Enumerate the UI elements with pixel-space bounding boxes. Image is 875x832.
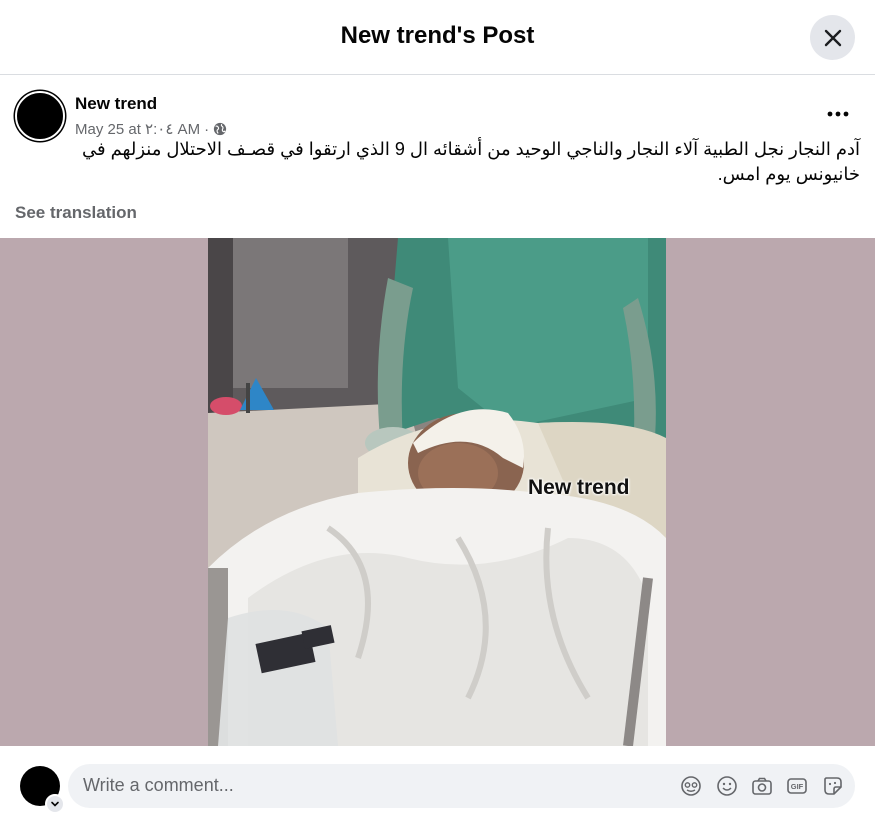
svg-text:GIF: GIF [791,782,804,791]
globe-icon [213,122,227,136]
emoji-icon [717,776,737,796]
comment-placeholder: Write a comment... [83,775,234,795]
avatar-sticker-button[interactable] [680,775,702,797]
media-area: New trend [0,238,875,746]
video-watermark: New trend [528,476,630,499]
post-video[interactable]: New trend [208,238,666,746]
close-button[interactable] [810,15,855,60]
comment-input[interactable]: Write a comment... GIF [68,764,855,808]
post-text: آدم النجار نجل الطبية آلاء النجار والناج… [81,139,860,184]
author-name[interactable]: New trend [75,94,157,114]
avatar-menu-button[interactable] [45,794,65,814]
more-options-button[interactable] [818,98,858,130]
comment-bar: Write a comment... GIF [0,746,875,832]
emoji-button[interactable] [716,775,738,797]
sticker-button[interactable] [822,775,844,797]
gif-icon: GIF [787,778,807,794]
author-avatar[interactable] [15,91,65,141]
camera-button[interactable] [751,775,773,797]
avatar-sticker-icon [681,776,701,796]
dialog-header: New trend's Post [0,0,875,75]
post-dialog: New trend's Post New trend May 25 at ٢:٠… [0,0,875,832]
close-icon [824,29,841,46]
camera-icon [752,777,772,795]
see-translation-link[interactable]: See translation [15,203,137,223]
more-options-icon [827,111,849,117]
chevron-down-icon [51,801,59,807]
post-meta: May 25 at ٢:٠٤ AM · [75,120,227,138]
post-date[interactable]: May 25 at ٢:٠٤ AM [75,120,200,138]
sticker-icon [824,777,842,795]
gif-button[interactable]: GIF [786,775,808,797]
dialog-title: New trend's Post [340,22,535,49]
meta-separator: · [204,120,210,138]
